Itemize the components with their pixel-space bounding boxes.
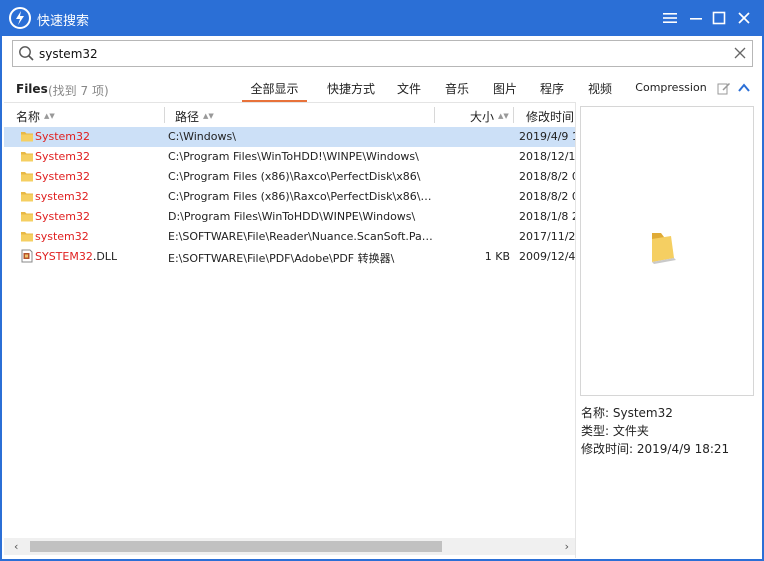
column-modified[interactable]: 修改时间 (526, 108, 574, 125)
column-path[interactable]: 路径 (175, 108, 199, 125)
file-name: SYSTEM32.DLL (35, 250, 117, 263)
file-path: C:\Program Files\WinToHDD!\WINPE\Windows… (168, 150, 419, 163)
horizontal-scrollbar[interactable]: ‹ › (4, 538, 575, 555)
file-name: System32 (35, 210, 91, 223)
minimize-icon[interactable] (684, 6, 708, 30)
maximize-icon[interactable] (707, 6, 731, 30)
folder-icon (20, 209, 34, 223)
file-name: System32 (35, 130, 91, 143)
scroll-right-icon[interactable]: › (565, 540, 569, 553)
table-row[interactable]: System32 C:\Windows\ 2019/4/9 18 (4, 127, 575, 147)
search-icon (18, 45, 34, 64)
close-window-icon[interactable] (732, 6, 756, 30)
table-row[interactable]: System32 C:\Program Files (x86)\Raxco\Pe… (4, 167, 575, 187)
column-name[interactable]: 名称 (16, 108, 40, 125)
file-name: System32 (35, 170, 91, 183)
folder-icon (20, 189, 34, 203)
table-row[interactable]: system32 E:\SOFTWARE\File\Reader\Nuance.… (4, 227, 575, 247)
search-input[interactable] (39, 44, 719, 63)
preview-modified: 修改时间: 2019/4/9 18:21 (581, 442, 730, 456)
column-headers: 名称 ▲▼ 路径 ▲▼ 大小 ▲▼ 修改时间 (4, 102, 575, 126)
preview-name: 名称: System32 (581, 406, 673, 420)
edit-icon[interactable] (717, 81, 731, 98)
tab-images[interactable]: 图片 (488, 80, 522, 102)
file-modified: 2018/8/2 0: (519, 190, 575, 203)
file-name: system32 (35, 230, 89, 243)
app-window: 快速搜索 Files (找到 7 项) 全部显示 快捷方式 (0, 0, 764, 561)
column-divider[interactable] (164, 107, 165, 123)
file-modified: 2009/12/4 1 (519, 250, 575, 263)
file-name-match: SYSTEM32 (35, 250, 93, 263)
sort-arrows-icon: ▲▼ (203, 112, 214, 120)
tab-all[interactable]: 全部显示 (242, 80, 307, 102)
clear-search-icon[interactable] (733, 46, 747, 63)
folder-icon (20, 149, 34, 163)
sort-arrows-icon: ▲▼ (44, 112, 55, 120)
lightning-logo-icon (9, 7, 31, 29)
folder-preview-icon (649, 231, 677, 268)
tab-videos[interactable]: 视频 (583, 80, 617, 102)
files-label: Files (16, 82, 48, 96)
filter-bar: Files (找到 7 项) 全部显示 快捷方式 文件 音乐 图片 程序 视频 … (2, 74, 762, 102)
file-extension: .DLL (92, 250, 118, 263)
file-path: E:\SOFTWARE\File\PDF\Adobe\PDF 转换器\ (168, 252, 395, 265)
file-modified: 2018/12/18 (519, 150, 575, 163)
file-modified: 2018/8/2 0: (519, 170, 575, 183)
scroll-left-icon[interactable]: ‹ (14, 540, 18, 553)
file-modified: 2019/4/9 18 (519, 130, 575, 143)
folder-icon (20, 229, 34, 243)
file-path: C:\Windows\ (168, 130, 236, 143)
file-path: D:\Program Files\WinToHDD\WINPE\Windows\ (168, 210, 416, 223)
file-name: system32 (35, 190, 89, 203)
folder-icon (20, 129, 34, 143)
file-modified: 2017/11/25 (519, 230, 575, 243)
preview-pane (580, 106, 754, 396)
file-path: E:\SOFTWARE\File\Reader\Nuance.ScanSoft.… (168, 230, 434, 243)
column-divider[interactable] (434, 107, 435, 123)
main-panel: Files (找到 7 项) 全部显示 快捷方式 文件 音乐 图片 程序 视频 … (2, 36, 762, 559)
pane-divider[interactable] (575, 102, 576, 558)
file-name: System32 (35, 150, 91, 163)
file-path: C:\Program Files (x86)\Raxco\PerfectDisk… (168, 170, 421, 183)
sort-arrows-icon: ▲▼ (498, 112, 509, 120)
tab-files[interactable]: 文件 (392, 80, 426, 102)
table-row[interactable]: system32 C:\Program Files (x86)\Raxco\Pe… (4, 187, 575, 207)
file-path: C:\Program Files (x86)\Raxco\PerfectDisk… (168, 190, 434, 203)
table-row[interactable]: System32 C:\Program Files\WinToHDD!\WINP… (4, 147, 575, 167)
title-bar[interactable]: 快速搜索 (0, 0, 764, 36)
file-size: 1 KB (484, 250, 510, 263)
result-count: (找到 7 项) (48, 84, 109, 98)
folder-icon (20, 169, 34, 183)
window-title: 快速搜索 (37, 14, 90, 29)
search-box[interactable] (12, 40, 753, 67)
tab-shortcuts[interactable]: 快捷方式 (321, 80, 381, 102)
chevron-up-icon[interactable] (737, 81, 751, 98)
tab-compression[interactable]: Compression (630, 81, 712, 103)
preview-type: 类型: 文件夹 (581, 424, 649, 438)
dll-file-icon (20, 249, 34, 263)
column-divider[interactable] (513, 107, 514, 123)
tab-programs[interactable]: 程序 (535, 80, 569, 102)
file-modified: 2018/1/8 22 (519, 210, 575, 223)
scrollbar-thumb[interactable] (30, 541, 442, 552)
results-list: System32 C:\Windows\ 2019/4/9 18 System3… (4, 127, 575, 537)
table-row[interactable]: System32 D:\Program Files\WinToHDD\WINPE… (4, 207, 575, 227)
menu-icon[interactable] (658, 6, 682, 30)
tab-music[interactable]: 音乐 (440, 80, 474, 102)
column-size[interactable]: 大小 (470, 108, 494, 125)
table-row[interactable]: SYSTEM32.DLL E:\SOFTWARE\File\PDF\Adobe\… (4, 247, 575, 267)
